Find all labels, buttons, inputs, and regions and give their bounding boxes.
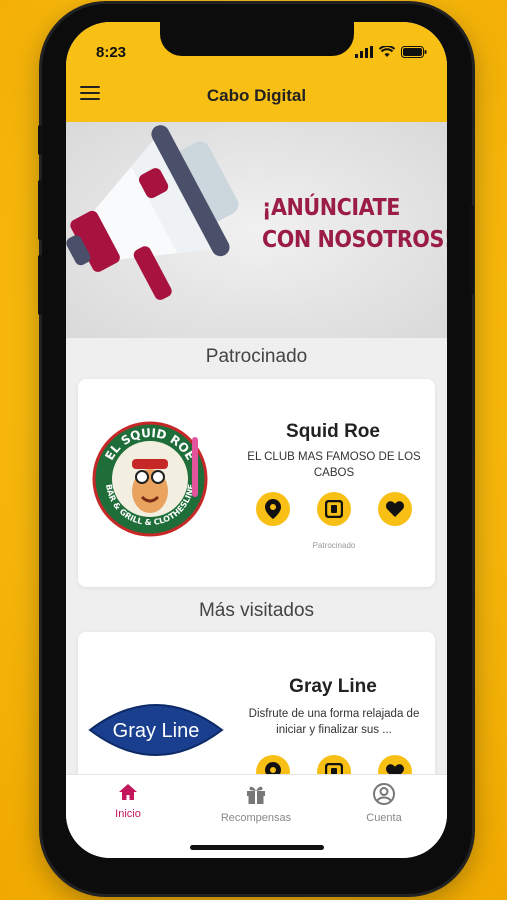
- section-title-most-visited: Más visitados: [198, 600, 315, 621]
- bottom-tab-bar: Inicio Recompensas Cuenta: [66, 774, 447, 858]
- favorite-button[interactable]: [378, 492, 412, 526]
- menu-card-icon: [325, 500, 343, 518]
- menu-card-button[interactable]: [317, 492, 351, 526]
- visited-card[interactable]: Gray Line Gray Line Disfrute de una form…: [78, 632, 435, 792]
- location-button[interactable]: [256, 492, 290, 526]
- sponsored-card[interactable]: EL SQUID ROE BAR & GRILL & CLOTHESLINE S…: [78, 379, 435, 587]
- heart-icon: [386, 501, 404, 517]
- section-title-sponsored: Patrocinado: [205, 346, 308, 367]
- tab-label: Cuenta: [366, 812, 402, 824]
- tab-recompensas[interactable]: Recompensas: [206, 783, 306, 824]
- location-pin-icon: [265, 499, 281, 519]
- signal-icon: [355, 46, 373, 58]
- power-button: [470, 205, 474, 295]
- notch: [160, 22, 354, 56]
- wifi-icon: [379, 46, 395, 57]
- gift-icon: [247, 786, 265, 804]
- volume-up-button: [38, 180, 42, 240]
- banner-line-1: ¡ANÚNCIATE: [262, 195, 400, 221]
- logo-text: Gray Line: [113, 720, 200, 742]
- account-icon: [373, 783, 395, 805]
- tab-label: Inicio: [115, 808, 141, 820]
- advertise-banner[interactable]: ¡ANÚNCIATE CON NOSOTROS!: [66, 122, 447, 338]
- sponsored-tag: Patrocinado: [312, 541, 356, 550]
- tab-cuenta[interactable]: Cuenta: [334, 783, 434, 824]
- status-time: 8:23: [96, 44, 127, 61]
- app-screen: 8:23 Cabo Digital ¡ANÚNCIATE CON NOSOTRO…: [66, 22, 447, 858]
- home-icon: [119, 784, 137, 800]
- gray-line-logo: Gray Line: [88, 704, 224, 756]
- battery-icon: [401, 46, 427, 58]
- mute-switch: [38, 125, 42, 155]
- action-buttons: [256, 492, 412, 526]
- business-description: EL CLUB MAS FAMOSO DE LOS CABOS: [247, 451, 421, 479]
- business-name: Squid Roe: [286, 421, 380, 442]
- squid-roe-logo: EL SQUID ROE BAR & GRILL & CLOTHESLINE: [92, 421, 208, 537]
- tab-label: Recompensas: [220, 812, 292, 824]
- volume-down-button: [38, 255, 42, 315]
- banner-line-2: CON NOSOTROS!: [262, 227, 447, 253]
- business-description: Disfrute de una forma relajada de inicia…: [248, 708, 420, 736]
- business-name: Gray Line: [289, 676, 377, 697]
- banner-headline: ¡ANÚNCIATE CON NOSOTROS!: [262, 192, 447, 256]
- status-icons: [355, 46, 427, 58]
- megaphone-icon: [66, 125, 239, 300]
- tab-inicio[interactable]: Inicio: [78, 783, 178, 820]
- home-indicator[interactable]: [190, 845, 324, 850]
- app-title: Cabo Digital: [206, 86, 307, 105]
